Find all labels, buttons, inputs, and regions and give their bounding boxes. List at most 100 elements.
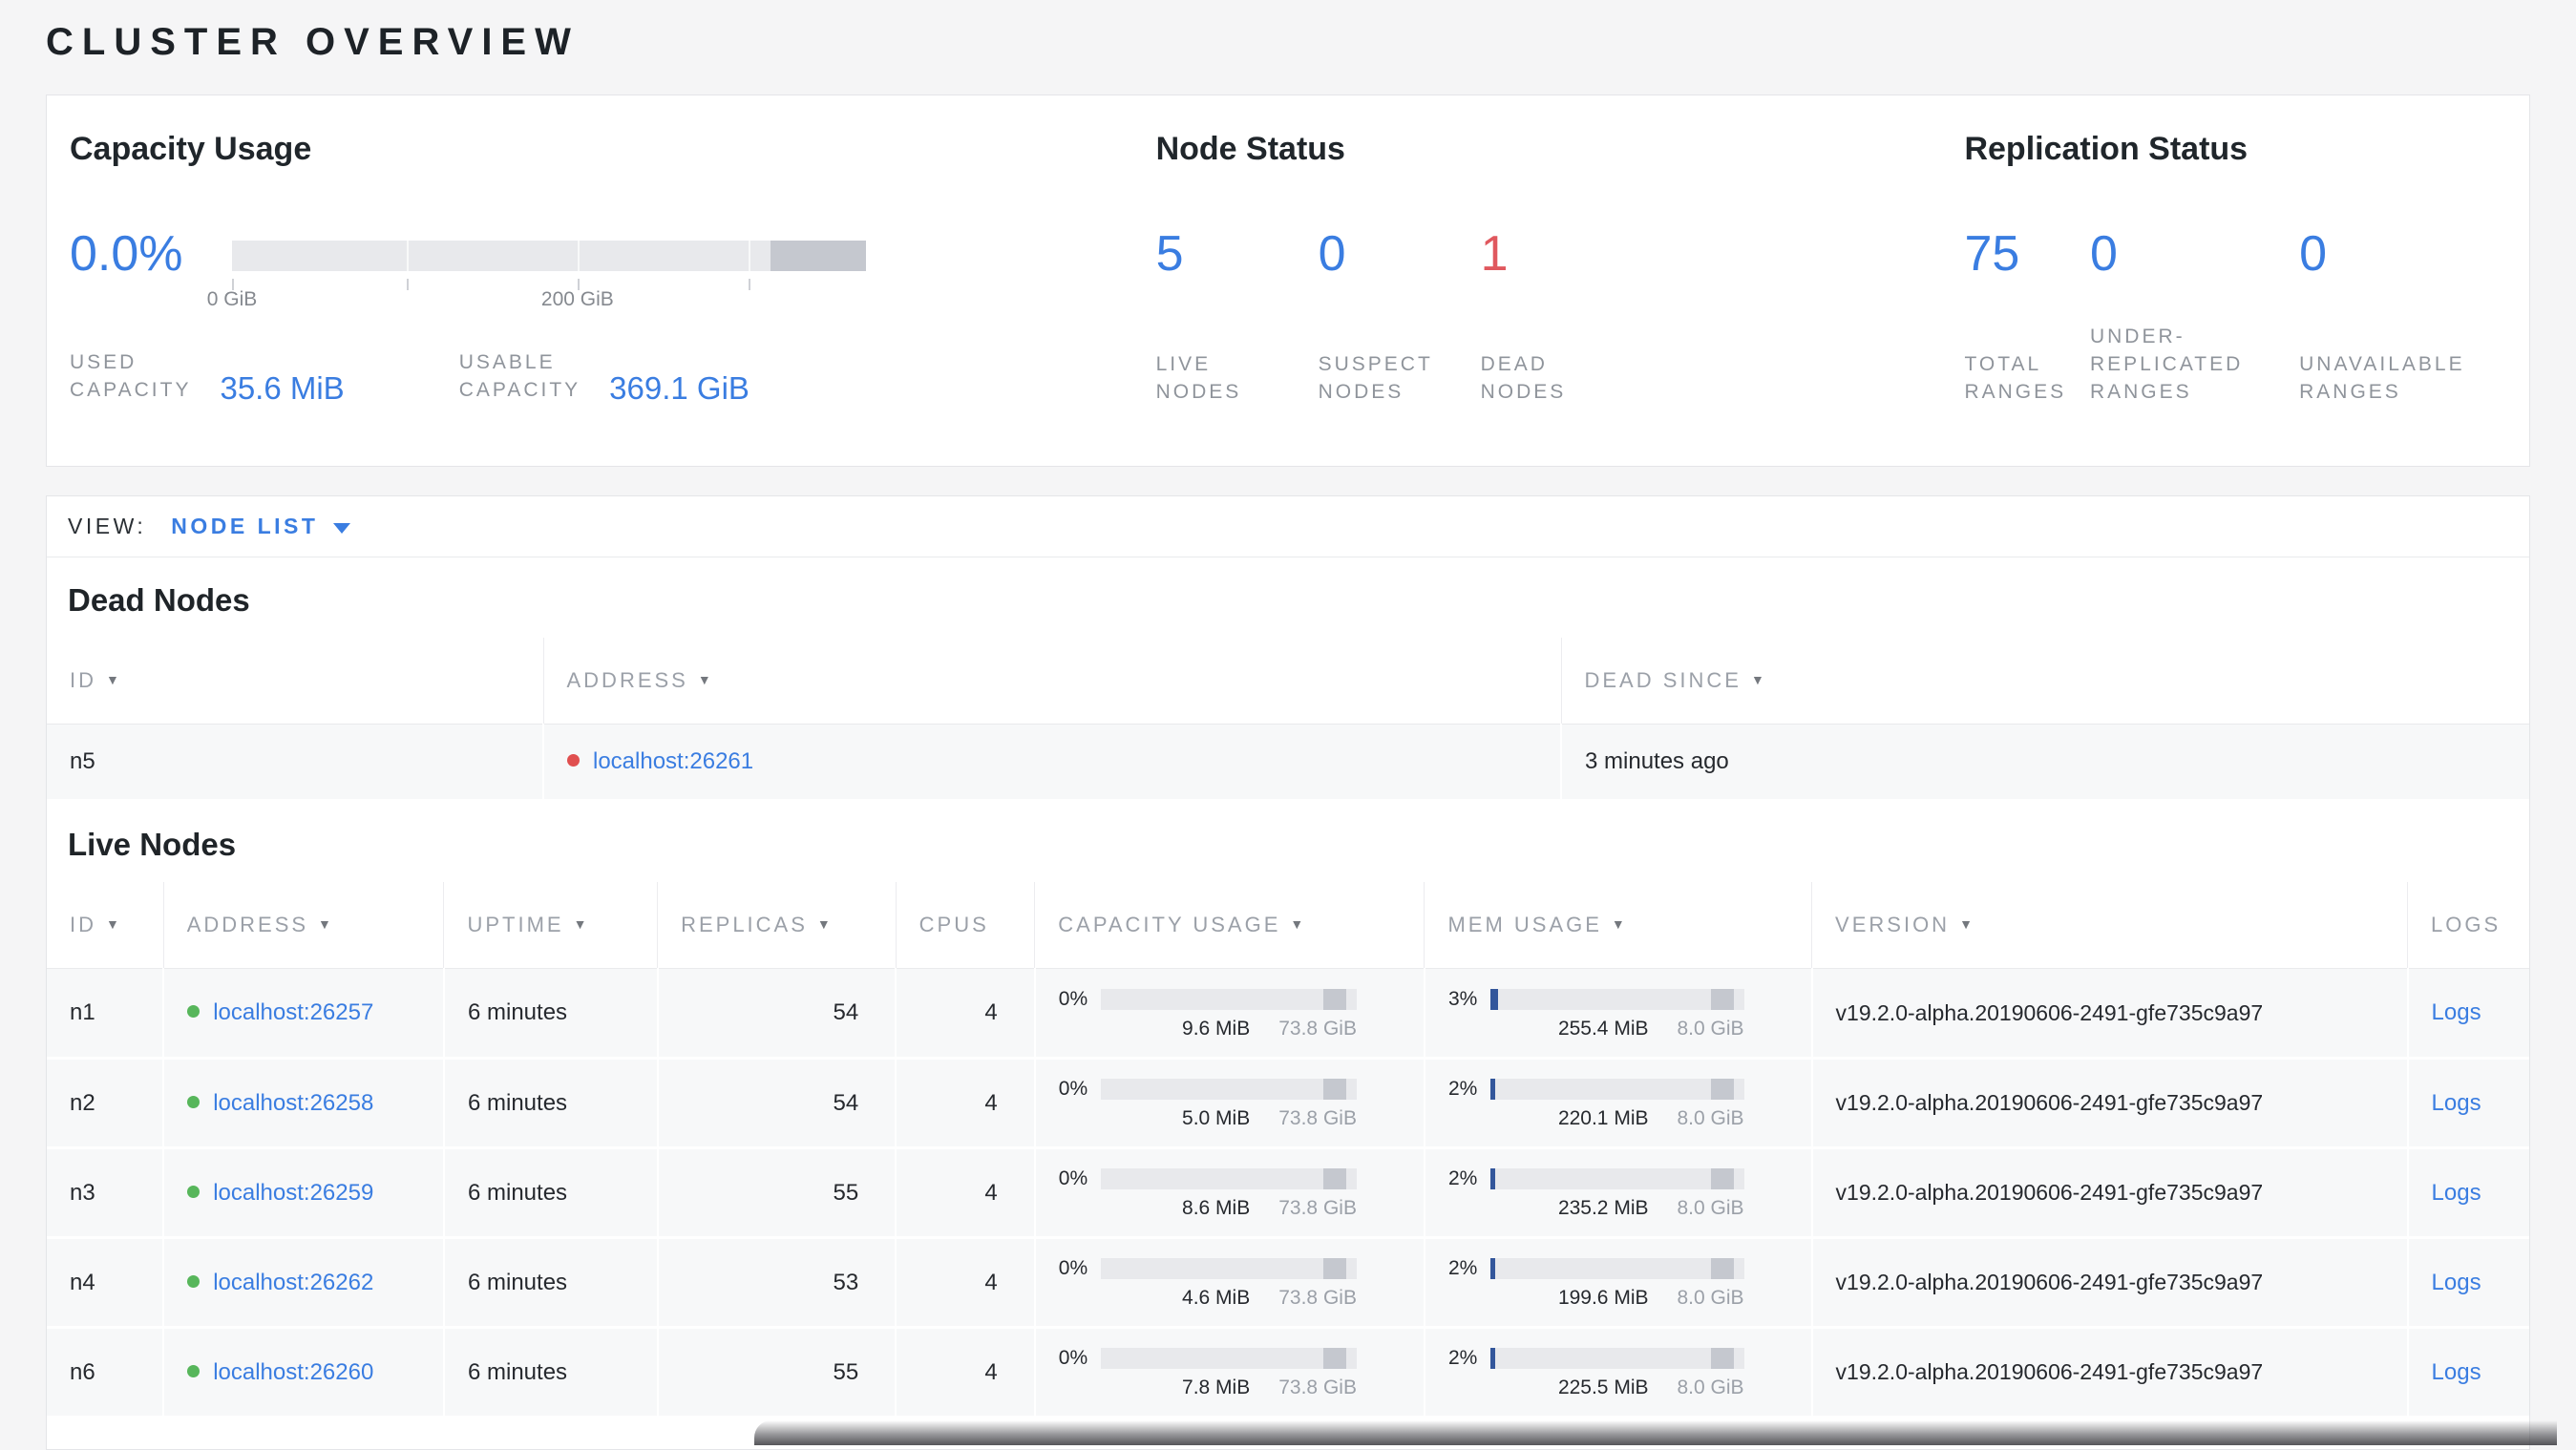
capacity-total-value: 73.8 GiB [1278,1107,1357,1129]
memory-used-segment [1489,988,1498,1010]
memory-usage-percent: 3% [1447,987,1478,1010]
live-status-dot [187,1185,201,1198]
capacity-usage-bar: 0 GiB 200 GiB [207,241,866,310]
column-header-label: ID [70,913,96,936]
replication-stats: 75 TOTAL RANGES 0 UNDER- REPLICATED RANG… [1964,229,2483,407]
capacity-usage-cell: 0% 7.8 MiB 73.8 GiB [1034,1327,1425,1418]
unavailable-ranges-count: 0 [2299,226,2328,282]
capacity-usage-bar [1100,1258,1357,1279]
memory-usage-bar [1489,1168,1744,1189]
capacity-used-value: 4.6 MiB [1182,1287,1251,1309]
column-header-id[interactable]: ID ▼ [47,882,164,969]
reserved-segment [1323,1168,1347,1189]
column-header-replicas[interactable]: REPLICAS ▼ [657,882,897,969]
node-address-link[interactable]: localhost:26259 [213,1180,373,1206]
memory-usage-percent: 2% [1447,1078,1478,1100]
sort-descending-icon: ▼ [1959,916,1975,932]
column-header-dead_since[interactable]: DEAD SINCE ▼ [1561,638,2529,725]
capacity-usage-cell: 0% 8.6 MiB 73.8 GiB [1034,1147,1425,1239]
node-replicas-cell: 54 [657,968,897,1060]
node-id-cell: n5 [47,724,544,802]
memory-usage-cell: 2% 235.2 MiB 8.0 GiB [1424,1147,1813,1239]
memory-used-value: 235.2 MiB [1557,1197,1649,1219]
used-capacity-label: USED CAPACITY [70,351,192,401]
memory-total-value: 8.0 GiB [1677,1287,1744,1309]
live-nodes-label: LIVE NODES [1155,353,1242,404]
logs-link[interactable]: Logs [2432,1090,2481,1116]
node-replicas-cell: 54 [657,1058,897,1149]
reserved-segment [1711,1258,1734,1279]
reserved-segment [1323,988,1347,1010]
node-id-cell: n3 [47,1147,165,1239]
total-ranges-label: TOTAL RANGES [1964,353,2067,404]
node-address-link[interactable]: localhost:26261 [593,748,753,774]
view-label: VIEW: [68,514,147,538]
memory-total-value: 8.0 GiB [1677,1107,1744,1129]
node-list-panel: VIEW: NODE LIST Dead Nodes ID ▼ ADDRESS ▼ DE… [46,495,2530,1450]
column-header-label: CPUS [918,913,989,936]
column-header-label: UPTIME [467,913,564,936]
capacity-bar-notch [406,241,409,271]
logs-link[interactable]: Logs [2432,1180,2481,1206]
reserved-segment [1711,1168,1734,1189]
node-id-cell: n4 [47,1237,165,1329]
used-capacity-value: 35.6 MiB [220,370,345,407]
live-status-dot [187,1274,201,1288]
node-status-section: Node Status 5 LIVE NODES 0 SUSPECT NODES… [1156,130,1965,407]
node-cpus-cell: 4 [896,968,1036,1060]
node-logs-cell: Logs [2407,1327,2529,1418]
column-header-label: MEM USAGE [1447,913,1602,936]
sort-descending-icon: ▼ [106,672,122,687]
total-ranges-count: 75 [1964,226,2020,282]
node-address-link[interactable]: localhost:26262 [213,1270,373,1295]
column-header-version[interactable]: VERSION ▼ [1811,882,2409,969]
node-id-cell: n6 [47,1327,165,1418]
node-address-link[interactable]: localhost:26260 [213,1359,373,1385]
column-header-id[interactable]: ID ▼ [47,638,544,725]
capacity-usage-percent: 0% [1058,1347,1088,1369]
column-header-logs: LOGS [2407,882,2529,969]
live-status-dot [187,1095,201,1108]
memory-usage-bar [1489,1348,1744,1369]
logs-link[interactable]: Logs [2432,1270,2481,1295]
reserved-segment [1323,1348,1347,1369]
sort-descending-icon: ▼ [573,916,590,932]
node-version-cell: v19.2.0-alpha.20190606-2491-gfe735c9a97 [1811,1327,2409,1418]
live-status-dot [187,1364,201,1377]
memory-usage-cell: 2% 199.6 MiB 8.0 GiB [1424,1237,1813,1329]
node-address-link[interactable]: localhost:26257 [213,999,373,1025]
sort-descending-icon: ▼ [106,916,122,932]
used-capacity-stat: USED CAPACITY 35.6 MiB [70,349,345,405]
capacity-axis-label-zero: 0 GiB [206,288,258,310]
capacity-stats-row: USED CAPACITY 35.6 MiB USABLE CAPACITY 3… [70,349,1156,405]
memory-usage-bar [1489,988,1744,1010]
live-nodes-heading: Live Nodes [68,827,237,862]
axis-tick [749,279,751,290]
memory-usage-bar [1489,1258,1744,1279]
column-header-mem[interactable]: MEM USAGE ▼ [1424,882,1813,969]
column-header-cpus: CPUS [896,882,1036,969]
node-version-cell: v19.2.0-alpha.20190606-2491-gfe735c9a97 [1811,1237,2409,1329]
memory-used-segment [1489,1168,1496,1189]
logs-link[interactable]: Logs [2432,999,2481,1025]
node-uptime-cell: 6 minutes [443,968,659,1060]
capacity-usage-bar [1100,1348,1357,1369]
node-version-cell: v19.2.0-alpha.20190606-2491-gfe735c9a97 [1811,1147,2409,1239]
capacity-total-value: 73.8 GiB [1278,1287,1357,1309]
memory-usage-percent: 2% [1447,1347,1478,1369]
view-selector-dropdown[interactable]: NODE LIST [171,514,351,539]
column-header-uptime[interactable]: UPTIME ▼ [443,882,659,969]
column-header-address[interactable]: ADDRESS ▼ [163,882,445,969]
node-address-link[interactable]: localhost:26258 [213,1090,373,1116]
replication-status-section: Replication Status 75 TOTAL RANGES 0 UND… [1964,130,2483,407]
live-nodes-table: ID ▼ ADDRESS ▼ UPTIME ▼ REPLICAS ▼ CPUS CAPACITY … [47,882,2529,1418]
live-node-row: n1 localhost:26257 6 minutes 54 4 0% 9.6 MiB 73… [47,968,2529,1060]
live-node-row: n4 localhost:26262 6 minutes 53 4 0% 4.6 MiB 73… [47,1237,2529,1329]
logs-link[interactable]: Logs [2432,1359,2481,1385]
node-address-cell: localhost:26259 [163,1147,445,1239]
column-header-capacity[interactable]: CAPACITY USAGE ▼ [1034,882,1425,969]
node-cpus-cell: 4 [896,1327,1036,1418]
column-header-address[interactable]: ADDRESS ▼ [543,638,1562,725]
reserved-segment [1323,1258,1347,1279]
dead-nodes-table: ID ▼ ADDRESS ▼ DEAD SINCE ▼ n5 localhost:26261… [47,638,2529,802]
